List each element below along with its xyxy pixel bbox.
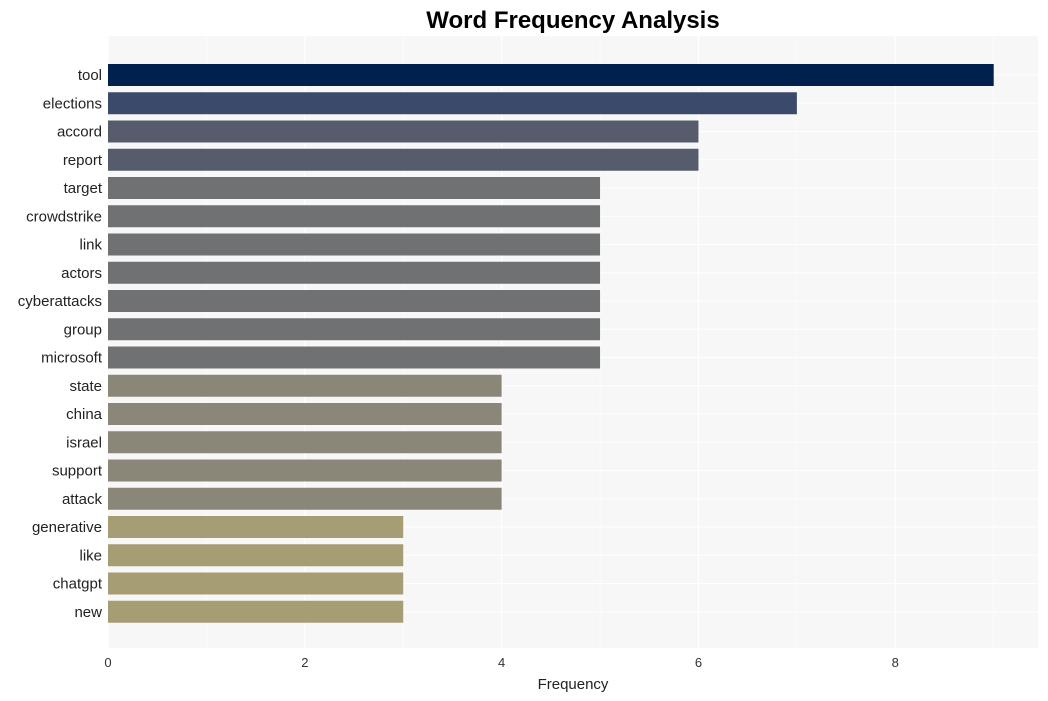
y-tick-label: cyberattacks (18, 293, 102, 310)
y-tick-label: israel (66, 434, 102, 451)
y-tick-label: accord (57, 124, 102, 141)
x-tick-label: 0 (104, 655, 111, 670)
bar-link (108, 233, 601, 256)
y-tick-label: crowdstrike (26, 208, 102, 225)
y-tick-label: china (66, 406, 103, 423)
y-tick-label: target (64, 180, 103, 197)
x-tick-label: 4 (498, 655, 505, 670)
y-tick-label: link (79, 237, 102, 254)
y-tick-label: new (74, 604, 102, 621)
bar-report (108, 148, 699, 171)
x-tick-label: 2 (301, 655, 308, 670)
bar-attack (108, 487, 502, 510)
bar-accord (108, 120, 699, 143)
bar-tool (108, 64, 994, 86)
y-tick-label: microsoft (41, 350, 103, 367)
bar-support (108, 459, 502, 482)
x-tick-label: 8 (892, 655, 899, 670)
bar-group (108, 318, 601, 341)
y-tick-label: support (52, 463, 103, 480)
y-tick-label: tool (78, 67, 102, 84)
bar-china (108, 403, 502, 425)
y-tick-label: report (63, 152, 103, 169)
y-tick-label: attack (62, 491, 103, 508)
y-tick-label: like (79, 547, 102, 564)
x-axis-label: Frequency (538, 676, 609, 693)
bar-chatgpt (108, 572, 404, 595)
bar-elections (108, 92, 797, 115)
bar-generative (108, 516, 404, 538)
y-tick-label: group (64, 321, 102, 338)
bar-target (108, 177, 601, 199)
bar-actors (108, 261, 601, 284)
x-axis-ticks: 0 2 4 6 8 (104, 655, 899, 670)
y-tick-label: elections (43, 95, 102, 112)
chart-title: Word Frequency Analysis (426, 7, 719, 34)
y-tick-label: generative (32, 519, 102, 536)
x-tick-label: 6 (695, 655, 702, 670)
bar-crowdstrike (108, 205, 601, 228)
y-axis-labels: tool elections accord report target crowdstri… (18, 67, 103, 621)
bar-like (108, 544, 404, 567)
bar-new (108, 600, 404, 623)
bar-israel (108, 431, 502, 454)
bar-state (108, 374, 502, 397)
y-tick-label: state (69, 378, 102, 395)
word-frequency-chart: tool elections accord report target crowdstri… (18, 7, 1038, 693)
bar-microsoft (108, 346, 601, 369)
y-tick-label: chatgpt (53, 576, 103, 593)
y-tick-label: actors (61, 265, 102, 282)
bar-cyberattacks (108, 290, 601, 312)
